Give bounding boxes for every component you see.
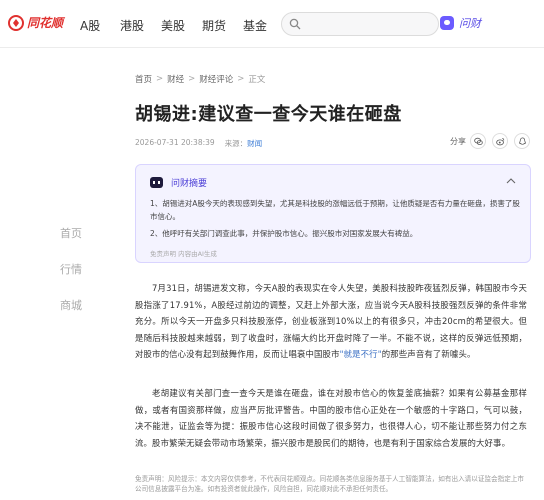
nav-item-futures[interactable]: 期货 (202, 17, 226, 34)
nav-item-us-stocks[interactable]: 美股 (161, 17, 185, 34)
side-nav-mall[interactable]: 商城 (60, 297, 82, 313)
ai-summary-title: 问财摘要 (171, 179, 208, 189)
article-source-label: 来源： (224, 139, 248, 148)
article-paragraph-2: 老胡建议有关部门查一查今天是谁在砸盘，谁在对股市信心的恢复釜底抽薪？如果有公募基… (135, 385, 527, 451)
ai-summary-item: 2、他呼吁有关部门调查此事，并保护股市信心。振兴股市对国家发展大有裨益。 (150, 229, 418, 238)
robot-icon (150, 177, 163, 188)
site-logo[interactable]: 同花顺 (8, 14, 63, 31)
logo-icon (8, 14, 24, 31)
breadcrumb-current: 正文 (248, 75, 266, 85)
share-qq-button[interactable] (514, 133, 530, 149)
search-icon (289, 18, 301, 30)
nav-item-funds[interactable]: 基金 (243, 17, 267, 34)
breadcrumb-finance-commentary[interactable]: 财经评论 (199, 73, 233, 85)
paragraph-highlight: "就是不行" (339, 349, 382, 359)
qq-icon (519, 137, 526, 145)
side-nav-home[interactable]: 首页 (60, 225, 82, 241)
nav-item-hk-stocks[interactable]: 港股 (120, 17, 144, 34)
top-nav: 同花顺 A股 港股 美股 期货 基金 问财 (0, 0, 544, 48)
ai-summary-panel: 问财摘要 1、胡锡进对A股今天的表现感到失望，尤其是科技股的涨幅远低于预期，让他… (135, 164, 531, 263)
logo-text: 同花顺 (27, 16, 64, 30)
breadcrumb-separator: > (156, 74, 164, 84)
article-title: 胡锡进:建议查一查今天谁在砸盘 (135, 104, 402, 125)
article-time: 2026-07-31 20:38:39 (135, 138, 215, 147)
share-weibo-button[interactable] (492, 133, 508, 149)
wencai-icon (440, 16, 454, 30)
chevron-up-icon[interactable] (506, 177, 516, 185)
article-source-link[interactable]: 财闻 (247, 138, 262, 149)
ai-summary-footer: 免责声明 内容由AI生成 (150, 250, 217, 258)
breadcrumb-separator: > (237, 74, 245, 84)
paragraph-text: 的那些声音有了新噱头。 (381, 349, 476, 359)
ai-summary-item: 1、胡锡进对A股今天的表现感到失望，尤其是科技股的涨幅远低于预期，让他质疑是否有… (150, 199, 520, 221)
disclaimer: 免责声明：风险提示：本文内容仅供参考，不代表同花顺观点。同花顺各类信息服务基于人… (135, 475, 525, 493)
breadcrumb-finance[interactable]: 财经 (167, 73, 184, 85)
ai-summary-header: 问财摘要 (150, 176, 207, 189)
paragraph-text: 7月31日，胡锡进发文称，今天A股的表现实在令人失望，美股科技股昨夜猛烈反弹，韩… (135, 283, 527, 359)
weibo-icon (496, 138, 505, 146)
article-meta: 2026-07-31 20:38:39 来源： 财闻 (135, 138, 262, 149)
search-input[interactable] (281, 12, 439, 36)
nav-item-a-shares[interactable]: A股 (80, 17, 100, 34)
breadcrumb-home[interactable]: 首页 (135, 73, 152, 85)
wencai-button[interactable]: 问财 (440, 15, 481, 31)
share-label: 分享 (450, 137, 466, 146)
article-paragraph-1: 7月31日，胡锡进发文称，今天A股的表现实在令人失望，美股科技股昨夜猛烈反弹，韩… (135, 280, 527, 363)
breadcrumb-separator: > (188, 74, 196, 84)
wechat-icon (474, 137, 483, 146)
share-wechat-button[interactable] (470, 133, 486, 149)
paragraph-text: 老胡建议有关部门查一查今天是谁在砸盘，谁在对股市信心的恢复釜底抽薪？如果有公募基… (135, 388, 527, 448)
wencai-label: 问财 (459, 17, 481, 30)
breadcrumb: 首页 > 财经 > 财经评论 > 正文 (135, 73, 265, 85)
side-nav-market[interactable]: 行情 (60, 261, 82, 277)
